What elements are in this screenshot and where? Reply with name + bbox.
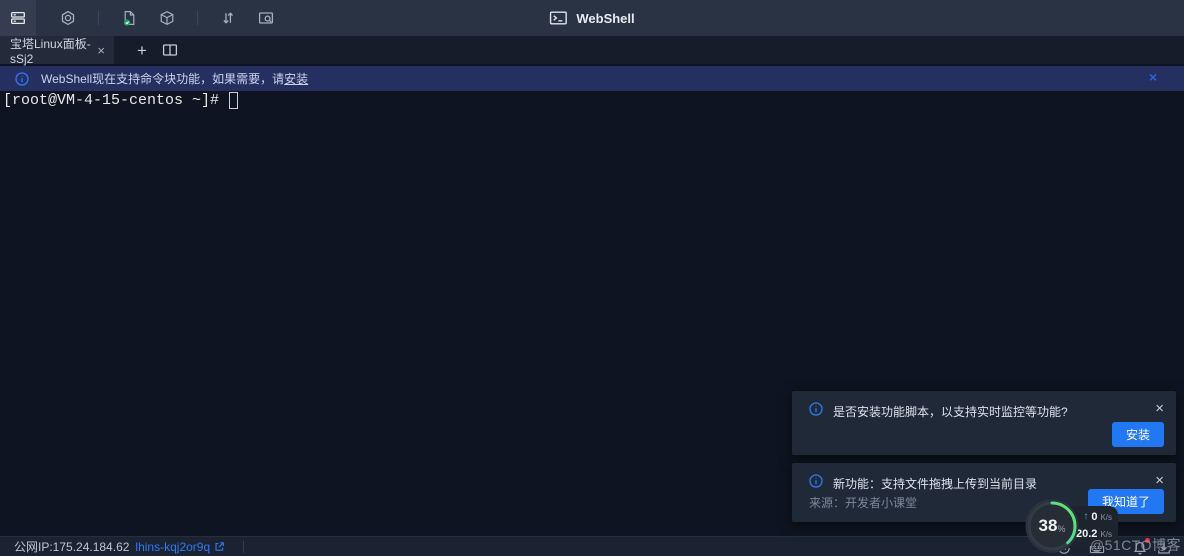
status-divider	[243, 541, 244, 553]
window-search-icon[interactable]	[258, 10, 274, 26]
tab-strip: 宝塔Linux面板-sSj2 × +	[0, 36, 1184, 64]
topbar-divider	[98, 11, 99, 25]
tab-baota-panel[interactable]: 宝塔Linux面板-sSj2 ×	[0, 36, 114, 64]
gauge-percent-sign: %	[1057, 524, 1065, 534]
terminal-cursor	[229, 92, 238, 109]
topbar-tools	[60, 10, 274, 26]
package-icon[interactable]	[159, 10, 175, 26]
terminal-icon	[549, 10, 567, 26]
banner-close-icon[interactable]: ×	[1149, 70, 1157, 84]
upload-arrow-icon: ↑	[1083, 512, 1088, 522]
app-title-text: WebShell	[576, 11, 634, 26]
toast-head: 新功能：支持文件拖拽上传到当前目录 ×	[792, 463, 1176, 492]
public-ip-label: 公网IP:175.24.184.62	[14, 538, 129, 555]
toast-install-monitor: 是否安装功能脚本，以支持实时监控等功能? × 安装	[792, 391, 1176, 455]
webshell-notice-banner: WebShell现在支持命令块功能，如果需要，请 安装 ×	[0, 66, 1184, 91]
banner-install-link[interactable]: 安装	[284, 70, 308, 87]
close-icon[interactable]: ×	[1155, 401, 1164, 416]
toast-drag-upload: 新功能：支持文件拖拽上传到当前目录 × 来源：开发者小课堂 我知道了	[792, 463, 1176, 522]
status-left: 公网IP:175.24.184.62 lhins-kqj2or9q	[14, 538, 244, 555]
terminal-prompt-line[interactable]: [root@VM-4-15-centos ~]#	[3, 92, 238, 109]
toast-head: 是否安装功能脚本，以支持实时监控等功能? ×	[792, 391, 1176, 420]
info-icon	[809, 402, 823, 416]
external-link-icon	[214, 541, 225, 552]
tab-label: 宝塔Linux面板-sSj2	[10, 35, 97, 66]
status-bar: 公网IP:175.24.184.62 lhins-kqj2or9q	[0, 536, 1184, 556]
toast-message: 是否安装功能脚本，以支持实时监控等功能?	[833, 402, 1145, 420]
topbar-divider	[197, 11, 198, 25]
app-title: WebShell	[549, 10, 634, 26]
gauge-percent-value: 38	[1039, 516, 1058, 536]
install-button[interactable]: 安装	[1112, 422, 1164, 447]
split-view-icon[interactable]	[162, 42, 178, 58]
banner-message: WebShell现在支持命令块功能，如果需要，请	[41, 70, 284, 87]
tab-close-icon[interactable]: ×	[97, 44, 105, 57]
instance-link-text: lhins-kqj2or9q	[135, 540, 210, 554]
terminal-prompt: [root@VM-4-15-centos ~]#	[3, 92, 228, 109]
load-gauge[interactable]: 38 %	[1025, 499, 1079, 553]
apps-grid-icon	[10, 10, 26, 26]
topbar: WebShell	[0, 0, 1184, 36]
gauge-label: 38 %	[1025, 499, 1079, 553]
swap-vertical-icon[interactable]	[220, 10, 236, 26]
watermark: @51CTO博客	[1090, 535, 1181, 555]
toast-source: 来源：开发者小课堂	[809, 494, 917, 511]
info-icon	[15, 72, 29, 86]
instance-link[interactable]: lhins-kqj2or9q	[135, 540, 225, 554]
upload-speed: ↑ 0 K/s	[1083, 511, 1112, 523]
apps-grid-button[interactable]	[0, 0, 36, 36]
file-check-icon[interactable]	[121, 10, 137, 26]
upload-unit: K/s	[1100, 513, 1112, 522]
close-icon[interactable]: ×	[1155, 473, 1164, 488]
upload-value: 0	[1091, 511, 1097, 523]
info-icon	[809, 474, 823, 488]
settings-icon[interactable]	[60, 10, 76, 26]
new-tab-button[interactable]: +	[137, 42, 147, 59]
